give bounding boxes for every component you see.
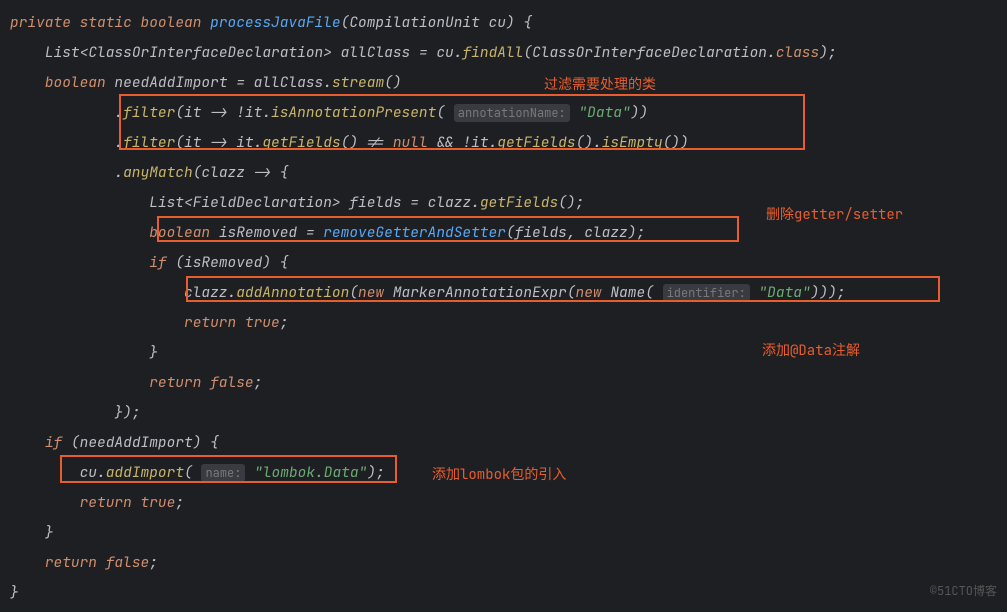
code-line: return false;	[10, 368, 1007, 398]
code-editor[interactable]: private static boolean processJavaFile(C…	[10, 8, 1007, 608]
code-line: if (isRemoved) {	[10, 248, 1007, 278]
code-line: });	[10, 398, 1007, 428]
code-line: return true;	[10, 488, 1007, 518]
code-line: }	[10, 578, 1007, 608]
code-line: cu.addImport( name: "lombok.Data");	[10, 458, 1007, 488]
code-line: List<FieldDeclaration> fields = clazz.ge…	[10, 188, 1007, 218]
code-line: .anyMatch(clazz -> {	[10, 158, 1007, 188]
code-line: if (needAddImport) {	[10, 428, 1007, 458]
code-line: private static boolean processJavaFile(C…	[10, 8, 1007, 38]
code-line: boolean isRemoved = removeGetterAndSette…	[10, 218, 1007, 248]
watermark: ©51CTO博客	[930, 576, 997, 606]
code-line: .filter(it -> it.getFields() != null && …	[10, 128, 1007, 158]
code-line: }	[10, 338, 1007, 368]
code-line: return true;	[10, 308, 1007, 338]
code-line: return false;	[10, 548, 1007, 578]
code-line: clazz.addAnnotation(new MarkerAnnotation…	[10, 278, 1007, 308]
code-line: .filter(it -> !it.isAnnotationPresent( a…	[10, 98, 1007, 128]
code-line: }	[10, 518, 1007, 548]
code-line: List<ClassOrInterfaceDeclaration> allCla…	[10, 38, 1007, 68]
code-line: boolean needAddImport = allClass.stream(…	[10, 68, 1007, 98]
